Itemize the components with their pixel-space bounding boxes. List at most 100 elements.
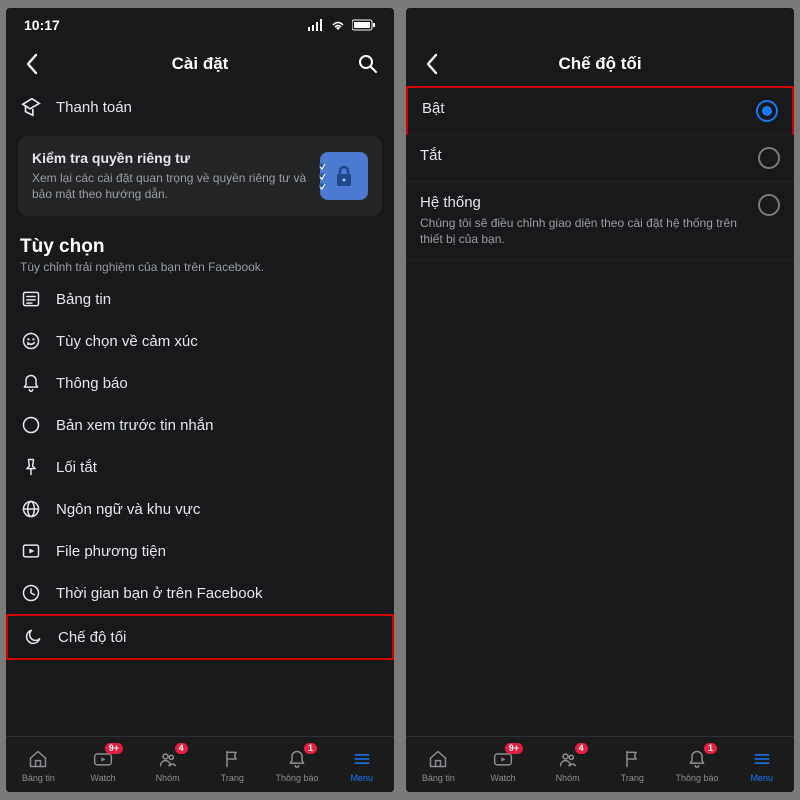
menu-item-globe[interactable]: Ngôn ngữ và khu vực bbox=[6, 488, 394, 530]
tab-bar: Bảng tin 9+ Watch 4 Nhóm Trang 1 bbox=[6, 736, 394, 792]
menu-item-newsfeed[interactable]: Bảng tin bbox=[6, 278, 394, 320]
nav-header: Cài đặt bbox=[6, 42, 394, 86]
section-title: Tùy chọn bbox=[20, 236, 380, 258]
menu-item-label: Thanh toán bbox=[56, 99, 132, 116]
watch-icon: 9+ bbox=[91, 747, 115, 771]
menu-item-label: Chế độ tối bbox=[58, 629, 126, 646]
tab-badge: 1 bbox=[304, 743, 317, 754]
privacy-lock-icon bbox=[320, 152, 368, 200]
tab-badge: 9+ bbox=[105, 743, 123, 754]
tab-label: Trang bbox=[221, 773, 244, 783]
flag-icon bbox=[220, 747, 244, 771]
tab-label: Trang bbox=[621, 773, 644, 783]
menu-item-pin[interactable]: Lối tắt bbox=[6, 446, 394, 488]
tab-label: Nhóm bbox=[556, 773, 580, 783]
wifi-icon bbox=[330, 19, 346, 31]
page-title: Chế độ tối bbox=[446, 54, 754, 74]
status-bar: 10:17 bbox=[6, 8, 394, 42]
home-icon bbox=[26, 747, 50, 771]
tab-label: Watch bbox=[90, 773, 115, 783]
preferences-section-header: Tùy chọn Tùy chỉnh trải nghiệm của bạn t… bbox=[6, 230, 394, 278]
radio-icon bbox=[756, 100, 778, 122]
tab-label: Bảng tin bbox=[422, 773, 455, 783]
flag-icon bbox=[620, 747, 644, 771]
status-icons bbox=[308, 19, 376, 31]
menu-item-label: Thời gian bạn ở trên Facebook bbox=[56, 585, 262, 602]
menu-item-payments[interactable]: Thanh toán bbox=[6, 86, 394, 128]
tab-bell[interactable]: 1 Thông báo bbox=[665, 737, 730, 792]
darkmode-option[interactable]: Hệ thống Chúng tôi sẽ điều chỉnh giao di… bbox=[406, 182, 794, 260]
menu-item-label: Ngôn ngữ và khu vực bbox=[56, 501, 200, 518]
menu-icon bbox=[750, 747, 774, 771]
moon-icon bbox=[22, 626, 44, 648]
darkmode-option[interactable]: Bật bbox=[406, 86, 794, 135]
clock-icon bbox=[20, 582, 42, 604]
darkmode-option[interactable]: Tắt bbox=[406, 135, 794, 182]
radio-icon bbox=[758, 194, 780, 216]
menu-item-label: Bảng tin bbox=[56, 291, 111, 308]
tab-badge: 4 bbox=[175, 743, 188, 754]
menu-item-label: Thông báo bbox=[56, 375, 128, 392]
tab-label: Thông báo bbox=[676, 773, 719, 783]
tab-label: Bảng tin bbox=[22, 773, 55, 783]
menu-item-bell[interactable]: Thông báo bbox=[6, 362, 394, 404]
search-button[interactable] bbox=[354, 50, 382, 78]
emotion-icon bbox=[20, 330, 42, 352]
settings-screen: 10:17 Cài đặt bbox=[6, 8, 394, 792]
card-title: Kiểm tra quyền riêng tư bbox=[32, 150, 308, 166]
pin-icon bbox=[20, 456, 42, 478]
option-label: Hệ thống bbox=[420, 194, 746, 211]
tab-watch[interactable]: 9+ Watch bbox=[71, 737, 136, 792]
back-button[interactable] bbox=[418, 50, 446, 78]
darkmode-content: Bật Tắt Hệ thống Chúng tôi sẽ điều chỉnh… bbox=[406, 86, 794, 736]
watch-icon: 9+ bbox=[491, 747, 515, 771]
newsfeed-icon bbox=[20, 288, 42, 310]
card-subtitle: Xem lại các cài đặt quan trọng về quyền … bbox=[32, 170, 308, 202]
globe-icon bbox=[20, 498, 42, 520]
tab-group[interactable]: 4 Nhóm bbox=[135, 737, 200, 792]
tab-bar: Bảng tin 9+ Watch 4 Nhóm Trang 1 bbox=[406, 736, 794, 792]
tab-badge: 1 bbox=[704, 743, 717, 754]
tab-home[interactable]: Bảng tin bbox=[6, 737, 71, 792]
tab-badge: 9+ bbox=[505, 743, 523, 754]
tab-home[interactable]: Bảng tin bbox=[406, 737, 471, 792]
ticket-icon bbox=[20, 96, 42, 118]
menu-item-message-preview[interactable]: Bản xem trước tin nhắn bbox=[6, 404, 394, 446]
menu-item-media[interactable]: File phương tiện bbox=[6, 530, 394, 572]
bell-icon bbox=[20, 372, 42, 394]
home-icon bbox=[426, 747, 450, 771]
tab-watch[interactable]: 9+ Watch bbox=[471, 737, 536, 792]
page-title: Cài đặt bbox=[46, 54, 354, 74]
tab-flag[interactable]: Trang bbox=[600, 737, 665, 792]
tab-menu[interactable]: Menu bbox=[329, 737, 394, 792]
media-icon bbox=[20, 540, 42, 562]
menu-item-label: Lối tắt bbox=[56, 459, 97, 476]
tab-menu[interactable]: Menu bbox=[729, 737, 794, 792]
tab-label: Menu bbox=[350, 773, 373, 783]
menu-item-moon[interactable]: Chế độ tối bbox=[6, 614, 394, 660]
settings-content: Thanh toán Kiểm tra quyền riêng tư Xem l… bbox=[6, 86, 394, 736]
battery-icon bbox=[352, 19, 376, 31]
section-subtitle: Tùy chỉnh trải nghiệm của bạn trên Faceb… bbox=[20, 260, 380, 274]
tab-label: Thông báo bbox=[276, 773, 319, 783]
tab-bell[interactable]: 1 Thông báo bbox=[265, 737, 330, 792]
menu-item-clock[interactable]: Thời gian bạn ở trên Facebook bbox=[6, 572, 394, 614]
tab-flag[interactable]: Trang bbox=[200, 737, 265, 792]
back-button[interactable] bbox=[18, 50, 46, 78]
option-label: Tắt bbox=[420, 147, 746, 164]
privacy-check-card[interactable]: Kiểm tra quyền riêng tư Xem lại các cài … bbox=[18, 136, 382, 216]
radio-icon bbox=[758, 147, 780, 169]
tab-group[interactable]: 4 Nhóm bbox=[535, 737, 600, 792]
menu-item-label: Bản xem trước tin nhắn bbox=[56, 417, 213, 434]
option-subtitle: Chúng tôi sẽ điều chỉnh giao diện theo c… bbox=[420, 215, 746, 247]
option-label: Bật bbox=[422, 100, 744, 117]
tab-badge: 4 bbox=[575, 743, 588, 754]
menu-item-emotion[interactable]: Tùy chọn về cảm xúc bbox=[6, 320, 394, 362]
group-icon: 4 bbox=[556, 747, 580, 771]
bell-icon: 1 bbox=[685, 747, 709, 771]
signal-icon bbox=[308, 19, 324, 31]
bell-icon: 1 bbox=[285, 747, 309, 771]
status-time: 10:17 bbox=[24, 17, 60, 33]
tab-label: Nhóm bbox=[156, 773, 180, 783]
nav-header: Chế độ tối bbox=[406, 42, 794, 86]
